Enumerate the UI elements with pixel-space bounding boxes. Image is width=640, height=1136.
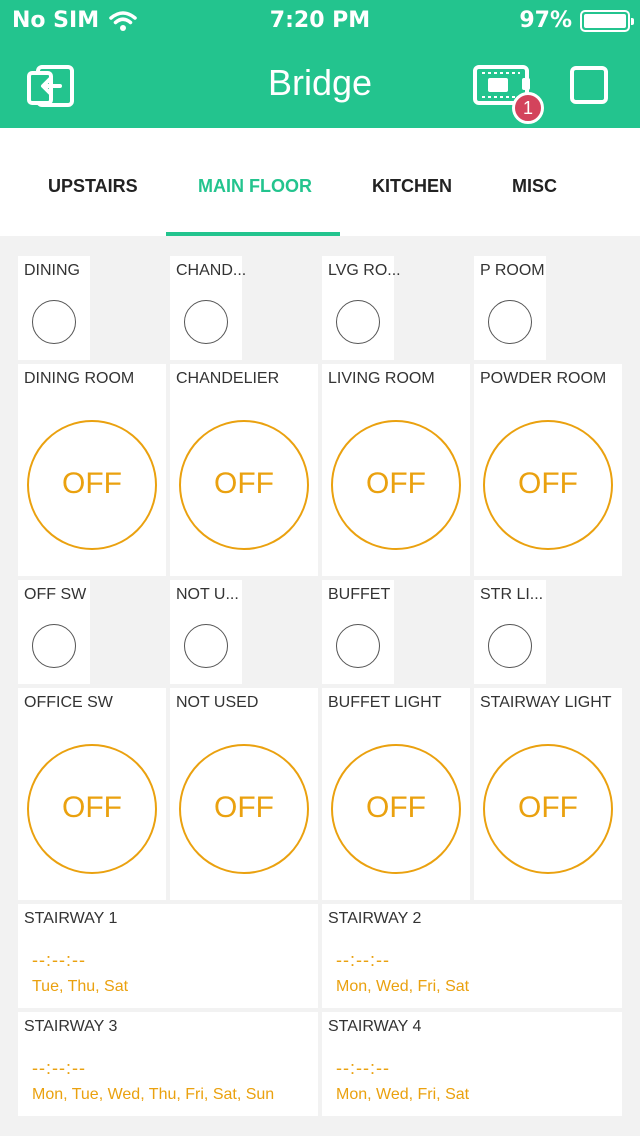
buffet-light-button[interactable]: OFF [331,744,461,874]
widget-label: STAIRWAY 4 [328,1018,422,1035]
timer-time: --:--:-- [336,950,390,970]
timer-days: Mon, Wed, Fri, Sat [336,978,470,995]
timer-days: Mon, Tue, Wed, Thu, Fri, Sat, Sun [32,1086,275,1103]
living-room-button[interactable]: OFF [331,420,461,550]
timer-time: --:--:-- [32,1058,86,1078]
led-widget-buffet: BUFFET [322,580,394,684]
page-title: Bridge [267,62,373,103]
tab-misc[interactable]: MISC [512,176,557,197]
tab-kitchen[interactable]: KITCHEN [372,176,452,197]
tab-bar: UPSTAIRS MAIN FLOOR KITCHEN MISC [0,128,640,236]
led-widget-stairway-light: STR LI... [474,580,546,684]
stop-square-icon[interactable] [570,66,608,104]
timer-days: Tue, Thu, Sat [32,978,129,995]
widget-label: LIVING ROOM [328,370,435,387]
not-used-button[interactable]: OFF [179,744,309,874]
widget-label: DINING [24,262,80,279]
widget-label: STAIRWAY 2 [328,910,422,927]
widget-label: CHANDELIER [176,370,280,387]
widget-label: STAIRWAY 3 [24,1018,118,1035]
button-widget-stairway-light: STAIRWAY LIGHT OFF [474,688,622,900]
active-tab-indicator [166,232,340,236]
timer-widget-stairway-4[interactable]: STAIRWAY 4 --:--:-- Mon, Wed, Fri, Sat [322,1012,622,1116]
button-widget-powder-room: POWDER ROOM OFF [474,364,622,576]
widget-label: CHAND... [176,262,247,279]
widget-label: BUFFET [328,586,391,603]
tab-main-floor[interactable]: MAIN FLOOR [198,176,312,197]
tab-upstairs[interactable]: UPSTAIRS [48,176,138,197]
led-indicator [184,300,228,344]
app-header: No SIM 7:20 PM 97% Bridge 1 [0,0,640,128]
timer-widget-stairway-2[interactable]: STAIRWAY 2 --:--:-- Mon, Wed, Fri, Sat [322,904,622,1008]
timer-days: Mon, Wed, Fri, Sat [336,1086,470,1103]
led-indicator [336,624,380,668]
led-indicator [336,300,380,344]
button-widget-chandelier: CHANDELIER OFF [170,364,318,576]
led-widget-dining: DINING [18,256,90,360]
button-widget-dining-room: DINING ROOM OFF [18,364,166,576]
timer-time: --:--:-- [336,1058,390,1078]
button-widget-not-used: NOT USED OFF [170,688,318,900]
widget-label: P ROOM [480,262,545,279]
chandelier-button[interactable]: OFF [179,420,309,550]
timer-widget-stairway-3[interactable]: STAIRWAY 3 --:--:-- Mon, Tue, Wed, Thu, … [18,1012,318,1116]
widget-label: STR LI... [480,586,544,603]
led-widget-powder-room: P ROOM [474,256,546,360]
button-widget-living-room: LIVING ROOM OFF [322,364,470,576]
led-indicator [32,300,76,344]
widget-label: DINING ROOM [24,370,135,387]
widget-label: OFF SW [24,586,87,603]
timer-time: --:--:-- [32,950,86,970]
led-indicator [184,624,228,668]
button-widget-office-sw: OFFICE SW OFF [18,688,166,900]
led-indicator [32,624,76,668]
status-bar: No SIM 7:20 PM 97% [0,6,640,36]
led-widget-chandelier: CHAND... [170,256,246,360]
timer-widget-stairway-1[interactable]: STAIRWAY 1 --:--:-- Tue, Thu, Sat [18,904,318,1008]
widget-label: STAIRWAY 1 [24,910,118,927]
battery-icon [580,9,634,32]
widget-label: OFFICE SW [24,694,113,711]
widget-label: BUFFET LIGHT [328,694,442,711]
led-indicator [488,624,532,668]
widget-label: NOT USED [176,694,259,711]
led-widget-not-used: NOT U... [170,580,242,684]
widget-label: LVG RO... [328,262,401,279]
widget-label: POWDER ROOM [480,370,607,387]
powder-room-button[interactable]: OFF [483,420,613,550]
battery-percent: 97% [519,8,572,33]
office-sw-button[interactable]: OFF [27,744,157,874]
notification-badge: 1 [512,92,544,124]
widget-label: STAIRWAY LIGHT [480,694,612,711]
led-widget-office-sw: OFF SW [18,580,90,684]
led-indicator [488,300,532,344]
widget-label: NOT U... [176,586,239,603]
dining-room-button[interactable]: OFF [27,420,157,550]
stairway-light-button[interactable]: OFF [483,744,613,874]
button-widget-buffet-light: BUFFET LIGHT OFF [322,688,470,900]
led-widget-living-room: LVG RO... [322,256,401,360]
